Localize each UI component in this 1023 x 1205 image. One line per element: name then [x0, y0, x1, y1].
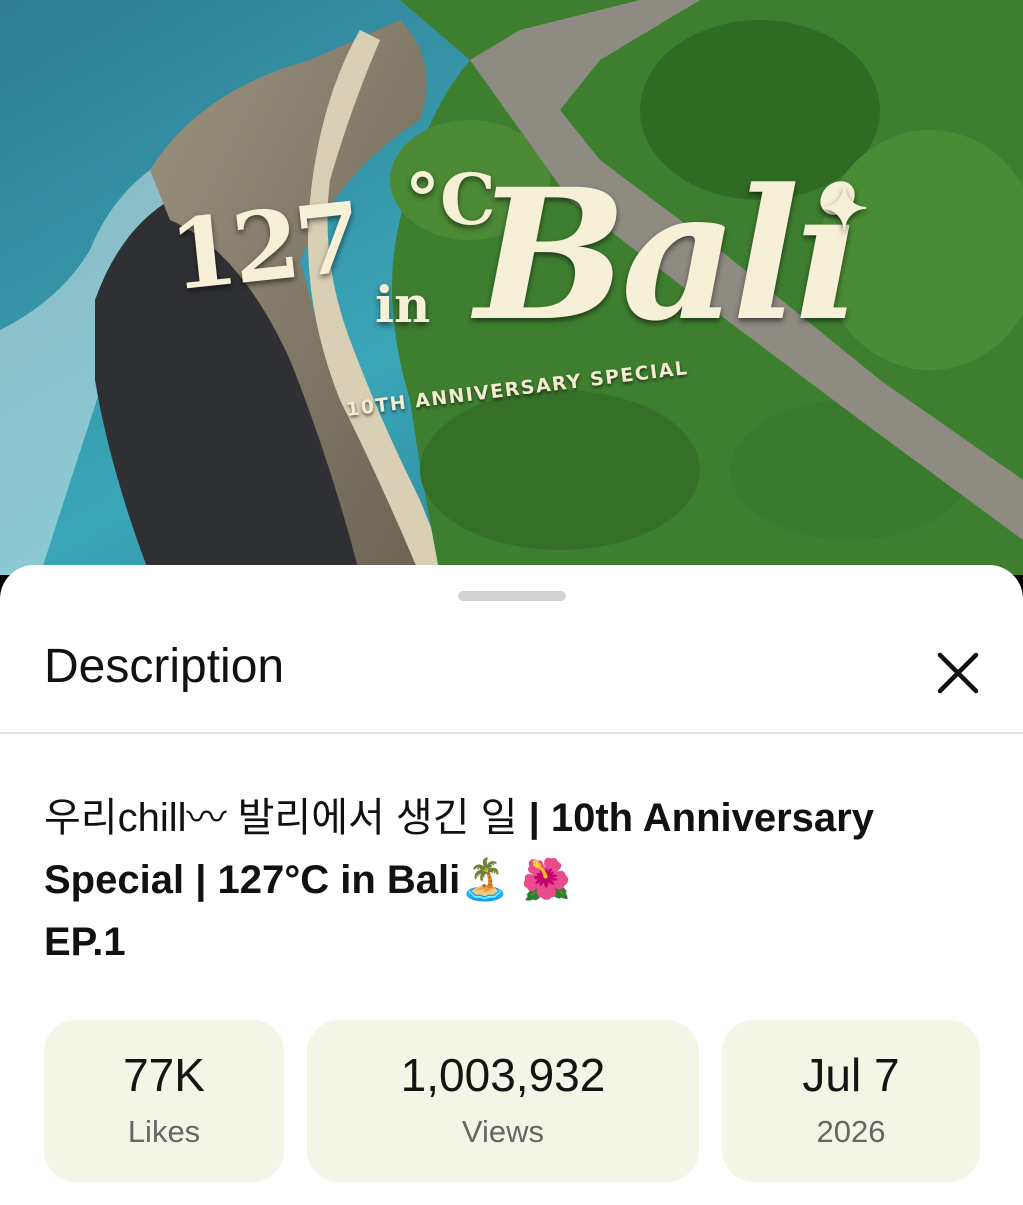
video-title-korean: 우리chill〰 발리에서 생긴 일	[44, 796, 518, 840]
video-title-overlay: 127 °C in Bali ✦ 10TH ANNIVERSARY SPECIA…	[160, 150, 880, 430]
sheet-title: Description	[44, 640, 285, 693]
views-label: Views	[461, 1114, 545, 1149]
video-title-episode: EP.1	[44, 920, 126, 964]
divider	[0, 732, 1023, 734]
close-button[interactable]	[928, 643, 988, 703]
likes-stat: 77K Likes	[44, 1020, 284, 1182]
overlay-in: in	[375, 275, 431, 334]
views-count: 1,003,932	[400, 1049, 606, 1101]
overlay-subtitle: 10TH ANNIVERSARY SPECIAL	[344, 357, 690, 421]
stats-row: 77K Likes 1,003,932 Views Jul 7 2026	[44, 1020, 980, 1185]
likes-label: Likes	[127, 1114, 201, 1149]
overlay-place: Bali	[475, 150, 863, 361]
overlay-number: 127	[164, 180, 364, 313]
publish-year: 2026	[816, 1114, 886, 1149]
video-thumbnail[interactable]: 127 °C in Bali ✦ 10TH ANNIVERSARY SPECIA…	[0, 0, 1023, 575]
video-title: 우리chill〰 발리에서 생긴 일 | 10th Anniversary Sp…	[44, 787, 974, 973]
drag-handle[interactable]	[458, 591, 566, 601]
star-icon: ✦	[820, 175, 869, 243]
views-stat: 1,003,932 Views	[307, 1020, 699, 1182]
video-title-emojis: 🏝️ 🌺	[460, 858, 571, 902]
description-sheet: Description 우리chill〰 발리에서 생긴 일 | 10th An…	[0, 565, 1023, 1205]
likes-count: 77K	[123, 1049, 205, 1101]
date-stat: Jul 7 2026	[722, 1020, 980, 1182]
publish-date: Jul 7	[802, 1049, 900, 1101]
sheet-header: Description	[0, 621, 1023, 731]
close-icon	[937, 652, 979, 694]
